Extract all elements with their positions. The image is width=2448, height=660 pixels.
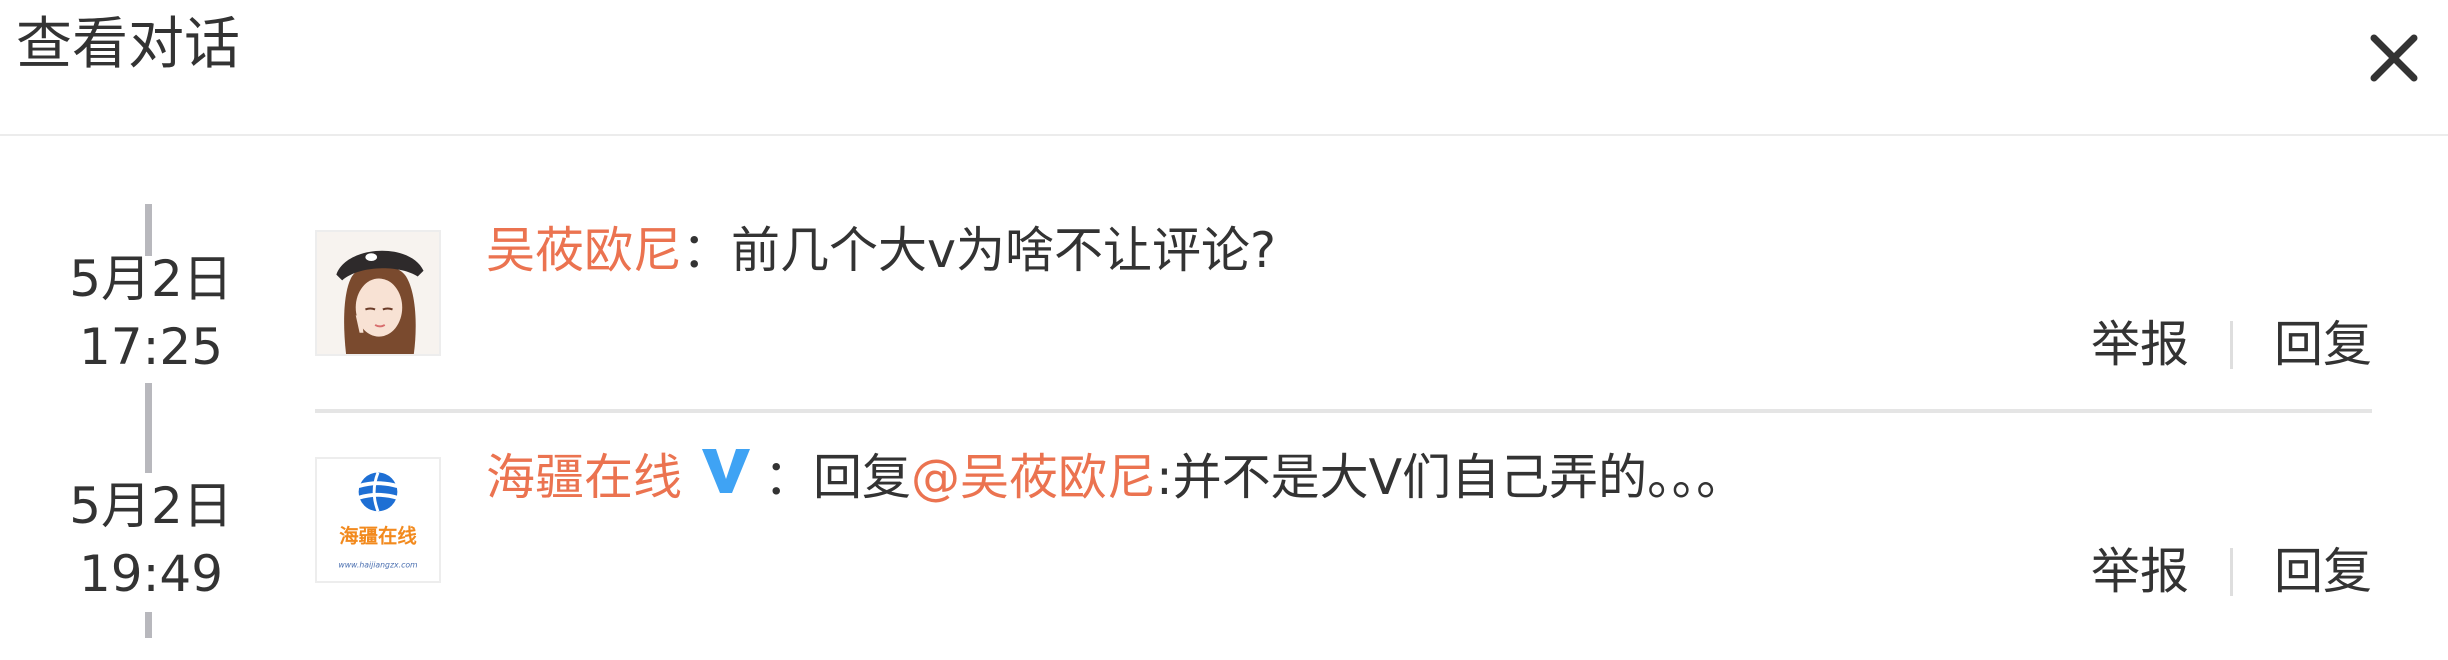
reply-button[interactable]: 回复 — [2274, 316, 2372, 373]
close-button[interactable] — [2364, 28, 2424, 88]
message-time: 19:49 — [78, 545, 224, 603]
message-date: 5月2日 — [69, 477, 233, 535]
reply-prefix: 回复 — [813, 449, 912, 506]
action-divider — [2229, 547, 2233, 596]
message-content: 吴莜欧尼：前几个大v为啥不让评论? — [486, 216, 1276, 286]
avatar[interactable]: 海疆在线 www.haijiangzx.com — [315, 457, 441, 583]
timeline-line — [145, 612, 152, 638]
user-avatar-image — [317, 232, 439, 354]
message-actions: 举报 回复 — [2091, 537, 2372, 607]
row-divider — [315, 409, 2372, 413]
username-link[interactable]: 吴莜欧尼 — [486, 222, 682, 279]
message-actions: 举报 回复 — [2091, 310, 2372, 380]
message-date: 5月2日 — [69, 250, 233, 308]
brand-logo-avatar: 海疆在线 www.haijiangzx.com — [317, 459, 439, 581]
dialog-header: 查看对话 — [0, 0, 2448, 136]
close-icon — [2370, 34, 2418, 82]
reply-button[interactable]: 回复 — [2274, 543, 2372, 600]
logo-url: www.haijiangzx.com — [338, 560, 417, 569]
colon-separator: ： — [682, 222, 732, 279]
mention-link[interactable]: @吴莜欧尼 — [911, 449, 1156, 506]
dialog-title: 查看对话 — [16, 12, 240, 77]
verified-v-icon — [698, 445, 754, 516]
message-time: 17:25 — [78, 318, 224, 376]
message-content: 海疆在线 ：回复@吴莜欧尼:并不是大V们自己弄的。。。 — [486, 443, 1745, 516]
report-button[interactable]: 举报 — [2091, 543, 2189, 600]
message-text: :并不是大V们自己弄的。。。 — [1156, 449, 1746, 506]
message-text: 前几个大v为啥不让评论? — [731, 222, 1277, 279]
username-link[interactable]: 海疆在线 — [486, 449, 682, 506]
report-button[interactable]: 举报 — [2091, 316, 2189, 373]
message-timestamp: 5月2日 17:25 — [40, 245, 262, 381]
message-timestamp: 5月2日 19:49 — [40, 472, 262, 608]
avatar[interactable] — [315, 230, 441, 356]
timeline-line — [145, 383, 152, 473]
action-divider — [2229, 320, 2233, 369]
colon-separator: ： — [764, 449, 814, 506]
logo-text: 海疆在线 — [339, 524, 417, 547]
